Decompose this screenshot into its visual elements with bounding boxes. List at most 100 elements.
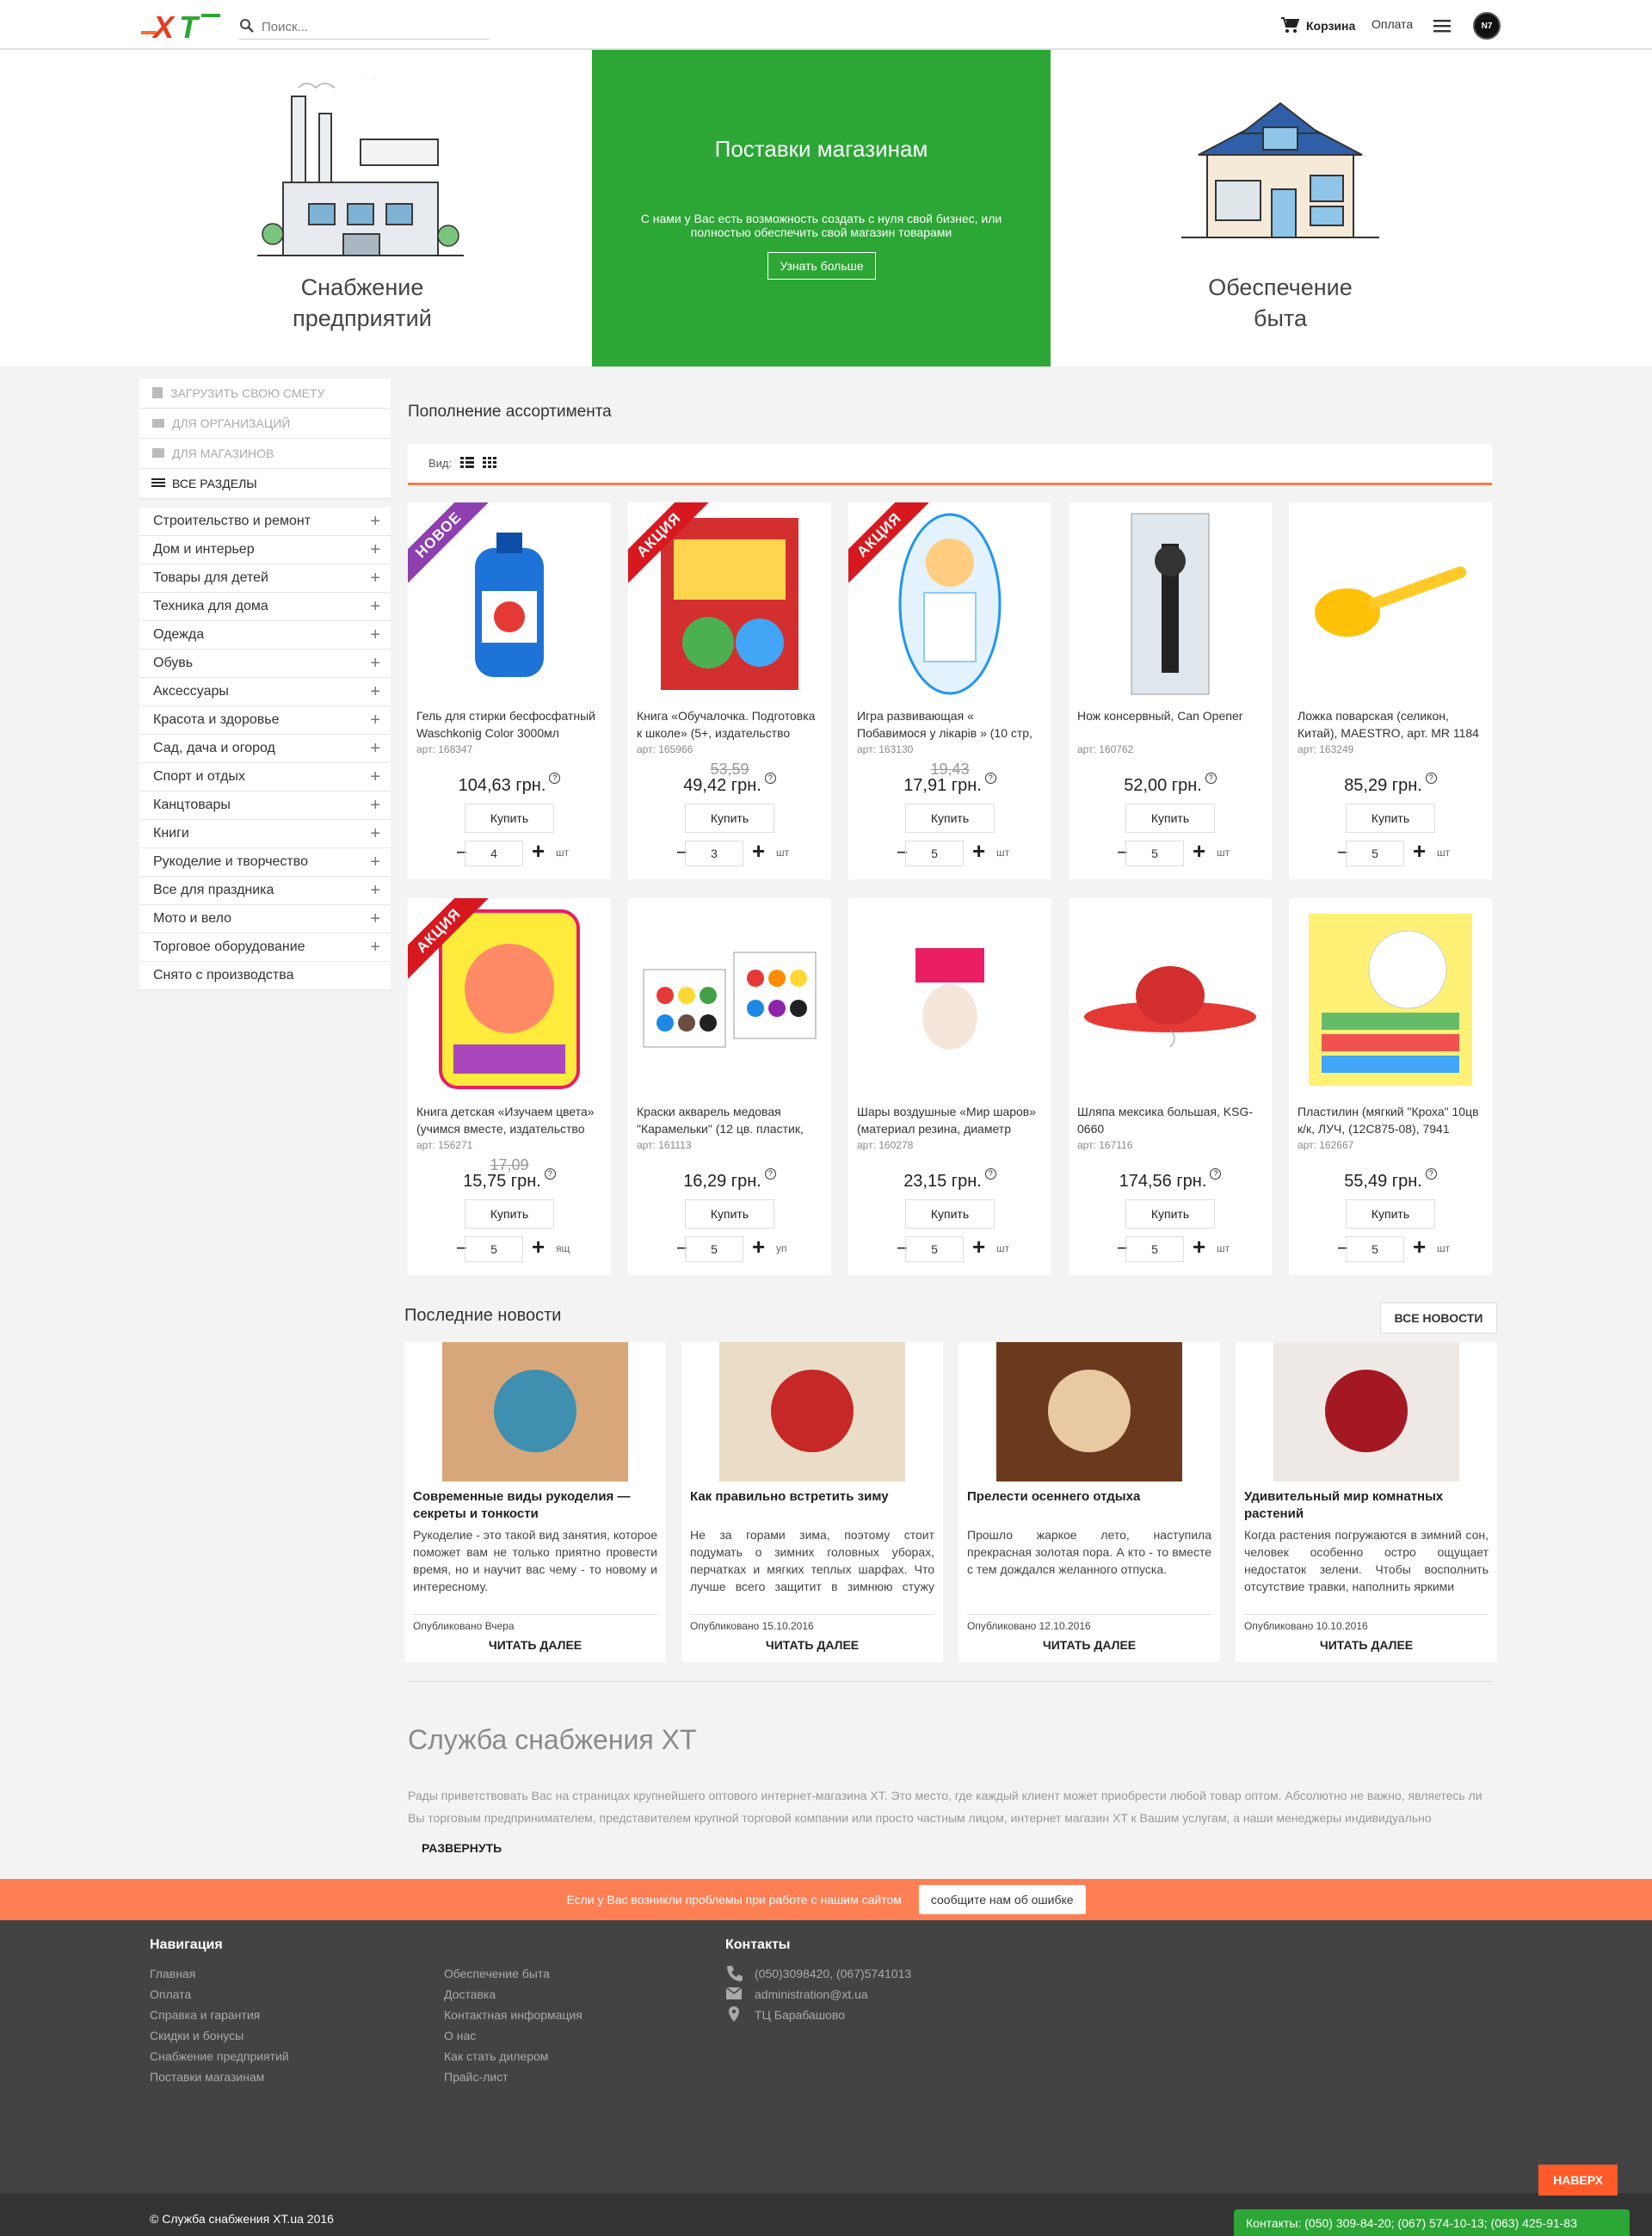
phone-numbers[interactable]: (050)3098420, (067)5741013 <box>755 1967 911 1980</box>
qty-input[interactable]: 5 <box>685 1236 743 1262</box>
qty-increase-icon[interactable]: + <box>972 1234 985 1260</box>
footer-link[interactable]: Скидки и бонусы <box>150 2025 289 2046</box>
report-error-button[interactable]: сообщите нам об ошибке <box>918 1885 1086 1914</box>
contacts-bar[interactable]: Контакты: (050) 309-84-20; (067) 574-10-… <box>1234 2209 1630 2236</box>
expand-plus-icon[interactable]: + <box>370 909 380 929</box>
qty-increase-icon[interactable]: + <box>1193 838 1205 865</box>
help-icon[interactable]: ? <box>764 773 776 784</box>
product-name[interactable]: Пластилин (мягкий "Кроха" 10цв к/к, ЛУЧ,… <box>1298 1103 1483 1137</box>
buy-button[interactable]: Купить <box>905 1199 995 1229</box>
product-image[interactable] <box>1289 898 1492 1100</box>
site-logo[interactable]: X T <box>141 7 223 45</box>
footer-link[interactable]: Обеспечение быта <box>444 1963 583 1984</box>
hero-home[interactable]: Обеспечение быта <box>1051 50 1510 367</box>
expand-plus-icon[interactable]: + <box>370 512 380 532</box>
search-input[interactable] <box>262 20 468 34</box>
product-card[interactable]: Ложка поварская (селикон, Китай), MAESTR… <box>1289 502 1492 879</box>
footer-link[interactable]: Оплата <box>150 1984 289 2005</box>
product-name[interactable]: Книга детская «Изучаем цвета» (учимся вм… <box>416 1103 602 1137</box>
footer-link[interactable]: Снабжение предприятий <box>150 2046 289 2067</box>
help-icon[interactable]: ? <box>1425 1168 1437 1180</box>
product-name[interactable]: Книга «Обучалочка. Подготовка к школе» (… <box>637 707 823 742</box>
footer-link[interactable]: Как стать дилером <box>444 2046 583 2067</box>
help-icon[interactable]: ? <box>984 773 996 784</box>
cart-link[interactable]: Корзина <box>1280 14 1355 38</box>
qty-increase-icon[interactable]: + <box>752 1234 765 1260</box>
menu-icon[interactable] <box>1433 18 1452 34</box>
news-title[interactable]: Удивительный мир комнатных растений <box>1244 1488 1489 1523</box>
upload-estimate-link[interactable]: Загрузить свою смету <box>139 379 391 409</box>
expand-plus-icon[interactable]: + <box>370 767 380 787</box>
news-title[interactable]: Прелести осеннего отдыха <box>967 1488 1211 1506</box>
expand-plus-icon[interactable]: + <box>370 739 380 759</box>
qty-increase-icon[interactable]: + <box>1413 1234 1426 1260</box>
buy-button[interactable]: Купить <box>1125 804 1215 833</box>
buy-button[interactable]: Купить <box>685 804 774 833</box>
search-icon[interactable] <box>239 18 255 36</box>
category-item[interactable]: Красота и здоровье + <box>139 706 391 735</box>
buy-button[interactable]: Купить <box>1346 804 1435 833</box>
expand-plus-icon[interactable]: + <box>370 711 380 730</box>
category-item[interactable]: Строительство и ремонт + <box>139 508 391 536</box>
news-image[interactable] <box>681 1342 943 1481</box>
product-card[interactable]: АКЦИЯ Книга детская «Изучаем цвета» (учим… <box>408 898 611 1275</box>
product-card[interactable]: Шары воздушные «Мир шаров» (материал рез… <box>848 898 1051 1275</box>
for-shops-link[interactable]: Для магазинов <box>139 439 391 469</box>
expand-plus-icon[interactable]: + <box>370 597 380 617</box>
expand-plus-icon[interactable]: + <box>370 654 380 674</box>
help-icon[interactable]: ? <box>764 1168 776 1180</box>
category-item[interactable]: Мото и вело + <box>139 905 391 933</box>
help-icon[interactable]: ? <box>1210 1168 1222 1180</box>
product-card[interactable]: Краски акварель медовая "Карамельки" (12… <box>628 898 831 1275</box>
product-image[interactable] <box>1069 502 1272 705</box>
buy-button[interactable]: Купить <box>1125 1199 1215 1229</box>
product-name[interactable]: Нож консервный, Can Opener <box>1077 707 1263 742</box>
qty-input[interactable]: 5 <box>1125 1236 1184 1262</box>
expand-plus-icon[interactable]: + <box>370 682 380 702</box>
product-card[interactable]: АКЦИЯ Книга «Обучалочка. Подготовка к шко… <box>628 502 831 879</box>
qty-input[interactable]: 5 <box>1346 841 1404 866</box>
read-more-link[interactable]: Читать далее <box>681 1638 943 1652</box>
pay-link[interactable]: Оплата <box>1372 17 1413 31</box>
help-icon[interactable]: ? <box>1425 773 1437 784</box>
qty-input[interactable]: 5 <box>465 1236 523 1262</box>
news-card[interactable]: Удивительный мир комнатных растений Когда… <box>1236 1342 1497 1662</box>
read-more-link[interactable]: Читать далее <box>959 1638 1220 1652</box>
product-card[interactable]: Пластилин (мягкий "Кроха" 10цв к/к, ЛУЧ,… <box>1289 898 1492 1275</box>
for-organizations-link[interactable]: Для организаций <box>139 409 391 439</box>
product-image[interactable] <box>848 898 1051 1100</box>
category-item[interactable]: Одежда + <box>139 621 391 650</box>
expand-button[interactable]: Развернуть <box>422 1841 502 1855</box>
qty-increase-icon[interactable]: + <box>532 1234 545 1260</box>
qty-increase-icon[interactable]: + <box>752 838 765 865</box>
learn-more-button[interactable]: Узнать больше <box>767 252 876 280</box>
category-item[interactable]: Сад, дача и огород + <box>139 735 391 763</box>
help-icon[interactable]: ? <box>544 1168 556 1180</box>
qty-input[interactable]: 3 <box>685 841 743 866</box>
news-image[interactable] <box>1236 1342 1497 1481</box>
category-item[interactable]: Спорт и отдых + <box>139 763 391 792</box>
product-card[interactable]: АКЦИЯ Игра развивающая « Побавимося у лік… <box>848 502 1051 879</box>
qty-input[interactable]: 5 <box>1125 841 1184 866</box>
buy-button[interactable]: Купить <box>465 1199 554 1229</box>
list-view-icon[interactable] <box>460 456 475 471</box>
footer-link[interactable]: О нас <box>444 2025 583 2046</box>
product-image[interactable] <box>628 898 831 1100</box>
qty-increase-icon[interactable]: + <box>972 838 985 865</box>
product-image[interactable] <box>1069 898 1272 1100</box>
category-item[interactable]: Рукоделие и творчество + <box>139 848 391 877</box>
email-address[interactable]: administration@xt.ua <box>755 1987 868 2001</box>
expand-plus-icon[interactable]: + <box>370 824 380 844</box>
footer-link[interactable]: Справка и гарантия <box>150 2005 289 2025</box>
search-box[interactable] <box>239 15 489 40</box>
category-item[interactable]: Аксессуары + <box>139 678 391 706</box>
product-image[interactable] <box>1289 502 1492 705</box>
product-card[interactable]: НОВОЕ Гель для стирки бесфосфатный Waschk… <box>408 502 611 879</box>
buy-button[interactable]: Купить <box>905 804 995 833</box>
qty-input[interactable]: 5 <box>1346 1236 1404 1262</box>
news-image[interactable] <box>959 1342 1220 1481</box>
expand-plus-icon[interactable]: + <box>370 796 380 816</box>
buy-button[interactable]: Купить <box>465 804 554 833</box>
hero-shops[interactable]: Поставки магазинам С нами у Вас есть воз… <box>592 50 1051 367</box>
expand-plus-icon[interactable]: + <box>370 569 380 588</box>
